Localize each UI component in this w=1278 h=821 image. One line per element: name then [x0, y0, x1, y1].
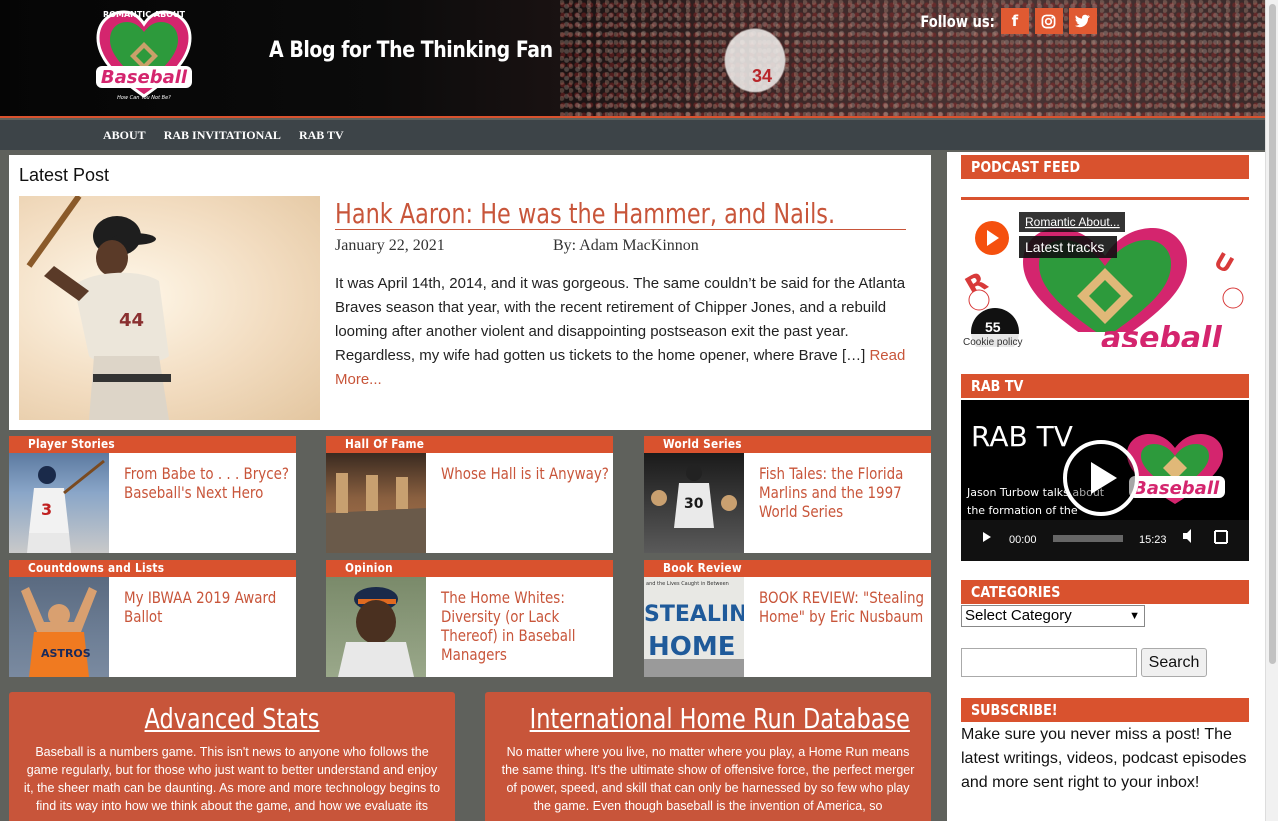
site-logo[interactable]: ROMANTIC ABOUT Baseball How Can You Not …	[92, 4, 196, 106]
card-category[interactable]: Hall Of Fame	[326, 436, 613, 453]
card-image[interactable]: 3	[9, 453, 109, 553]
advanced-stats-box: Advanced Stats Baseball is a numbers gam…	[9, 692, 455, 821]
advanced-stats-text: Baseball is a numbers game. This isn't n…	[23, 745, 441, 813]
card-category[interactable]: Opinion	[326, 560, 613, 577]
logo-sub-text: How Can You Not Be?	[117, 95, 171, 101]
home-run-database-box: International Home Run Database No matte…	[485, 692, 931, 821]
latest-tracks-label: Latest tracks	[1025, 239, 1104, 255]
post-card[interactable]: Countdowns and Lists ASTROS My IBWAA 201…	[9, 560, 296, 677]
card-title[interactable]: From Babe to . . . Bryce? Baseball's Nex…	[124, 464, 292, 502]
svg-text:aseball: aseball	[1101, 321, 1222, 347]
svg-text:44: 44	[119, 310, 144, 331]
card-image[interactable]: and the Lives Caught in Between STEALING…	[644, 577, 766, 677]
scrollbar-thumb[interactable]	[1269, 4, 1276, 664]
post-card[interactable]: Book Review and the Lives Caught in Betw…	[644, 560, 931, 677]
nav-rab-tv[interactable]: RAB TV	[299, 128, 344, 143]
post-author: By: Adam MacKinnon	[553, 237, 699, 254]
subscribe-heading: SUBSCRIBE!	[961, 698, 1249, 722]
card-category[interactable]: Book Review	[644, 560, 931, 577]
track-count: 55	[985, 319, 1001, 335]
page-scrollbar[interactable]	[1265, 0, 1278, 821]
podcast-show-name[interactable]: Romantic About...	[1025, 215, 1120, 229]
post-date: January 22, 2021	[335, 237, 445, 254]
card-category[interactable]: World Series	[644, 436, 931, 453]
post-excerpt: It was April 14th, 2014, and it was gorg…	[335, 272, 915, 392]
hank-aaron-image[interactable]: 44	[19, 196, 320, 420]
follow-label: Follow us:	[920, 11, 995, 31]
rab-tv-video-player[interactable]: RAB TV Baseball Jason Turbow talks about…	[961, 400, 1249, 561]
video-title: RAB TV	[971, 420, 1073, 453]
nav-about[interactable]: ABOUT	[103, 128, 146, 143]
book-cover-word-2: HOME	[648, 632, 736, 662]
search-button[interactable]: Search	[1141, 648, 1207, 677]
main-nav: ABOUT RAB INVITATIONAL RAB TV	[0, 120, 1265, 150]
card-title[interactable]: BOOK REVIEW: "Stealing Home" by Eric Nus…	[759, 588, 927, 626]
book-cover-top-line: and the Lives Caught in Between	[646, 581, 729, 587]
card-image[interactable]: ASTROS	[9, 577, 109, 677]
post-title-rule	[335, 229, 906, 230]
social-follow: Follow us: f	[904, 8, 1097, 34]
video-time-current: 00:00	[1009, 534, 1037, 546]
twitter-icon[interactable]	[1068, 8, 1097, 34]
podcast-feed-heading: PODCAST FEED	[961, 155, 1249, 179]
post-excerpt-text: It was April 14th, 2014, and it was gorg…	[335, 275, 906, 364]
sidebar: PODCAST FEED R U aseball Romantic About.…	[947, 152, 1265, 821]
card-image[interactable]	[326, 453, 426, 553]
video-time-total: 15:23	[1139, 534, 1167, 546]
latest-post: Latest Post 44 Hank Aaron: He was the Ha…	[9, 155, 931, 430]
svg-text:ASTROS: ASTROS	[41, 647, 91, 660]
home-run-database-title[interactable]: International Home Run Database	[530, 702, 910, 735]
card-title[interactable]: Fish Tales: the Florida Marlins and the …	[759, 464, 927, 521]
chevron-down-icon: ▼	[1129, 610, 1140, 622]
post-title[interactable]: Hank Aaron: He was the Hammer, and Nails…	[335, 197, 835, 230]
card-title[interactable]: Whose Hall is it Anyway?	[441, 464, 609, 483]
soundcloud-brand: SOUNDCLOUD	[1151, 218, 1223, 229]
header-accent-line	[0, 116, 1265, 118]
site-header: 34 ROMANTIC ABOUT Baseball How Can You N…	[0, 0, 1265, 118]
advanced-stats-title[interactable]: Advanced Stats	[54, 702, 411, 735]
card-title[interactable]: The Home Whites: Diversity (or Lack Ther…	[441, 588, 609, 664]
svg-text:Baseball: Baseball	[1133, 478, 1220, 499]
book-cover-word-1: STEALING	[644, 602, 744, 627]
card-category[interactable]: Countdowns and Lists	[9, 560, 296, 577]
cookie-policy-link[interactable]: Cookie policy	[963, 337, 1022, 347]
category-select[interactable]: Select Category ▼	[961, 605, 1145, 627]
svg-text:U: U	[1209, 249, 1237, 280]
soundcloud-player[interactable]: R U aseball Romantic About... SOUNDCLOUD…	[961, 197, 1249, 347]
card-title[interactable]: My IBWAA 2019 Award Ballot	[124, 588, 292, 626]
logo-arc-text: ROMANTIC ABOUT	[103, 10, 185, 19]
search-input[interactable]	[961, 648, 1137, 677]
svg-text:30: 30	[684, 496, 704, 512]
player-number: 34	[752, 66, 773, 86]
rab-tv-heading: RAB TV	[961, 374, 1249, 398]
post-card[interactable]: Player Stories 3 From Babe to . . . Bryc…	[9, 436, 296, 553]
site-tagline: A Blog for The Thinking Fan	[269, 38, 553, 63]
categories-heading: CATEGORIES	[961, 580, 1249, 604]
video-caption-line-2: the formation of the	[967, 504, 1078, 517]
post-card[interactable]: Hall Of Fame Whose Hall is it Anyway?	[326, 436, 613, 553]
facebook-icon[interactable]: f	[1000, 8, 1029, 34]
post-card[interactable]: Opinion The Home Whites: Diversity (or L…	[326, 560, 613, 677]
card-image[interactable]: 30	[644, 453, 744, 553]
home-run-database-text: No matter where you live, no matter wher…	[501, 745, 915, 813]
post-card[interactable]: World Series 30 Fish Tales: the Florida …	[644, 436, 931, 553]
nav-rab-invitational[interactable]: RAB INVITATIONAL	[164, 128, 281, 143]
card-category[interactable]: Player Stories	[9, 436, 296, 453]
subscribe-text: Make sure you never miss a post! The lat…	[961, 726, 1247, 791]
instagram-icon[interactable]	[1034, 8, 1063, 34]
latest-post-heading: Latest Post	[19, 165, 110, 185]
svg-text:3: 3	[41, 500, 52, 519]
card-image[interactable]	[326, 577, 426, 677]
logo-main-text: Baseball	[101, 67, 188, 88]
